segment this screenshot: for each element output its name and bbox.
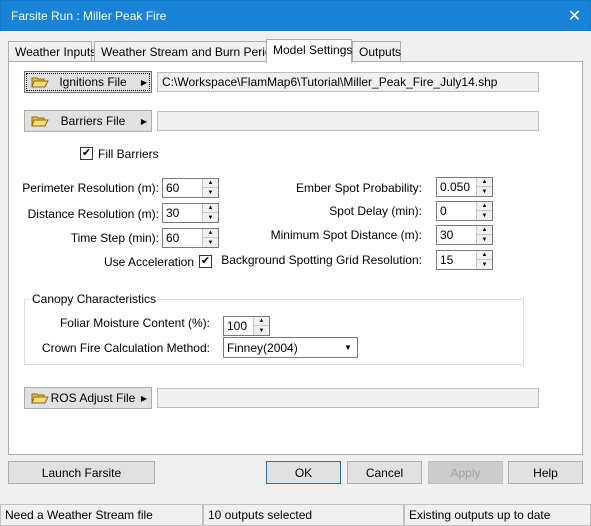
ok-button[interactable]: OK bbox=[266, 461, 341, 484]
spot-delay-value: 0 bbox=[440, 204, 447, 218]
crown-fire-method-label: Crown Fire Calculation Method: bbox=[41, 341, 210, 355]
chevron-down-icon[interactable]: ▼ bbox=[339, 338, 357, 357]
distance-resolution-value: 30 bbox=[166, 206, 180, 220]
ros-adjust-file-path bbox=[157, 388, 539, 408]
chevron-right-icon: ▶ bbox=[140, 77, 148, 87]
background-spotting-grid-value: 15 bbox=[440, 253, 454, 267]
ignitions-file-button[interactable]: Ignitions File ▶ bbox=[24, 71, 152, 93]
help-button[interactable]: Help bbox=[508, 461, 583, 484]
spin-up-icon[interactable]: ▲ bbox=[477, 251, 492, 260]
ignitions-file-label: Ignitions File bbox=[59, 75, 127, 89]
crown-fire-method-value: Finney(2004) bbox=[227, 341, 298, 355]
perimeter-resolution-label: Perimeter Resolution (m): bbox=[22, 181, 159, 195]
status-outputs-up-to-date: Existing outputs up to date bbox=[404, 504, 591, 526]
spin-down-icon[interactable]: ▼ bbox=[254, 326, 269, 335]
tab-weather-stream[interactable]: Weather Stream and Burn Periods bbox=[94, 41, 284, 62]
time-step-spinner[interactable]: 60 ▲ ▼ bbox=[162, 228, 219, 248]
spin-up-icon[interactable]: ▲ bbox=[203, 204, 218, 213]
minimum-spot-distance-label: Minimum Spot Distance (m): bbox=[270, 228, 422, 242]
chevron-right-icon: ▶ bbox=[140, 116, 148, 126]
ember-spot-probability-spinner[interactable]: 0.050 ▲ ▼ bbox=[436, 177, 493, 197]
window-title: Farsite Run : Miller Peak Fire bbox=[11, 9, 167, 23]
tab-weather-inputs[interactable]: Weather Inputs bbox=[8, 41, 96, 62]
spin-up-icon[interactable]: ▲ bbox=[477, 178, 492, 187]
time-step-value: 60 bbox=[166, 231, 180, 245]
foliar-moisture-label: Foliar Moisture Content (%): bbox=[59, 316, 210, 330]
barriers-file-label: Barriers File bbox=[60, 114, 126, 128]
canopy-characteristics-group: Canopy Characteristics Foliar Moisture C… bbox=[24, 292, 524, 365]
status-weather-stream: Need a Weather Stream file bbox=[0, 504, 203, 526]
spin-down-icon[interactable]: ▼ bbox=[477, 211, 492, 220]
spin-up-icon[interactable]: ▲ bbox=[477, 226, 492, 235]
spin-down-icon[interactable]: ▼ bbox=[203, 188, 218, 197]
apply-button[interactable]: Apply bbox=[428, 461, 503, 484]
spin-up-icon[interactable]: ▲ bbox=[477, 202, 492, 211]
barriers-file-button[interactable]: Barriers File ▶ bbox=[24, 110, 152, 132]
model-settings-panel: Ignitions File ▶ C:\Workspace\FlamMap6\T… bbox=[8, 61, 583, 455]
spin-down-icon[interactable]: ▼ bbox=[203, 213, 218, 222]
status-outputs-selected: 10 outputs selected bbox=[203, 504, 404, 526]
background-spotting-grid-label: Background Spotting Grid Resolution: bbox=[221, 253, 422, 267]
use-acceleration-label: Use Acceleration bbox=[103, 255, 194, 269]
tab-model-settings[interactable]: Model Settings bbox=[266, 39, 352, 63]
fill-barriers-label: Fill Barriers bbox=[98, 147, 159, 161]
foliar-moisture-spinner[interactable]: 100 ▲ ▼ bbox=[223, 316, 270, 336]
barriers-file-path bbox=[157, 111, 539, 131]
spin-up-icon[interactable]: ▲ bbox=[203, 229, 218, 238]
chevron-right-icon: ▶ bbox=[140, 393, 148, 403]
spin-down-icon[interactable]: ▼ bbox=[203, 238, 218, 247]
background-spotting-grid-spinner[interactable]: 15 ▲ ▼ bbox=[436, 250, 493, 270]
folder-icon bbox=[31, 75, 49, 89]
ros-adjust-file-button[interactable]: ROS Adjust File ▶ bbox=[24, 387, 152, 409]
distance-resolution-label: Distance Resolution (m): bbox=[27, 207, 159, 221]
minimum-spot-distance-spinner[interactable]: 30 ▲ ▼ bbox=[436, 225, 493, 245]
spin-up-icon[interactable]: ▲ bbox=[203, 179, 218, 188]
spin-up-icon[interactable]: ▲ bbox=[254, 317, 269, 326]
ros-adjust-file-label: ROS Adjust File bbox=[50, 391, 136, 405]
spin-down-icon[interactable]: ▼ bbox=[477, 235, 492, 244]
spot-delay-label: Spot Delay (min): bbox=[329, 204, 422, 218]
close-icon[interactable]: ✕ bbox=[559, 1, 590, 31]
folder-icon bbox=[31, 114, 49, 128]
perimeter-resolution-spinner[interactable]: 60 ▲ ▼ bbox=[162, 178, 219, 198]
perimeter-resolution-value: 60 bbox=[166, 181, 180, 195]
cancel-button[interactable]: Cancel bbox=[347, 461, 422, 484]
ember-spot-probability-label: Ember Spot Probability: bbox=[295, 181, 422, 195]
tab-outputs[interactable]: Outputs bbox=[352, 41, 401, 62]
ember-spot-probability-value: 0.050 bbox=[440, 180, 471, 194]
spin-down-icon[interactable]: ▼ bbox=[477, 260, 492, 269]
spin-down-icon[interactable]: ▼ bbox=[477, 187, 492, 196]
minimum-spot-distance-value: 30 bbox=[440, 228, 454, 242]
distance-resolution-spinner[interactable]: 30 ▲ ▼ bbox=[162, 203, 219, 223]
time-step-label: Time Step (min): bbox=[70, 231, 159, 245]
launch-farsite-button[interactable]: Launch Farsite bbox=[8, 461, 155, 484]
spot-delay-spinner[interactable]: 0 ▲ ▼ bbox=[436, 201, 493, 221]
fill-barriers-checkbox[interactable]: ✔ bbox=[80, 147, 93, 160]
folder-icon bbox=[31, 391, 49, 405]
canopy-characteristics-title: Canopy Characteristics bbox=[30, 292, 159, 306]
title-bar: Farsite Run : Miller Peak Fire ✕ bbox=[0, 0, 591, 31]
foliar-moisture-value: 100 bbox=[227, 319, 248, 333]
crown-fire-method-select[interactable]: Finney(2004) ▼ bbox=[223, 337, 358, 358]
ignitions-file-path: C:\Workspace\FlamMap6\Tutorial\Miller_Pe… bbox=[157, 72, 539, 92]
